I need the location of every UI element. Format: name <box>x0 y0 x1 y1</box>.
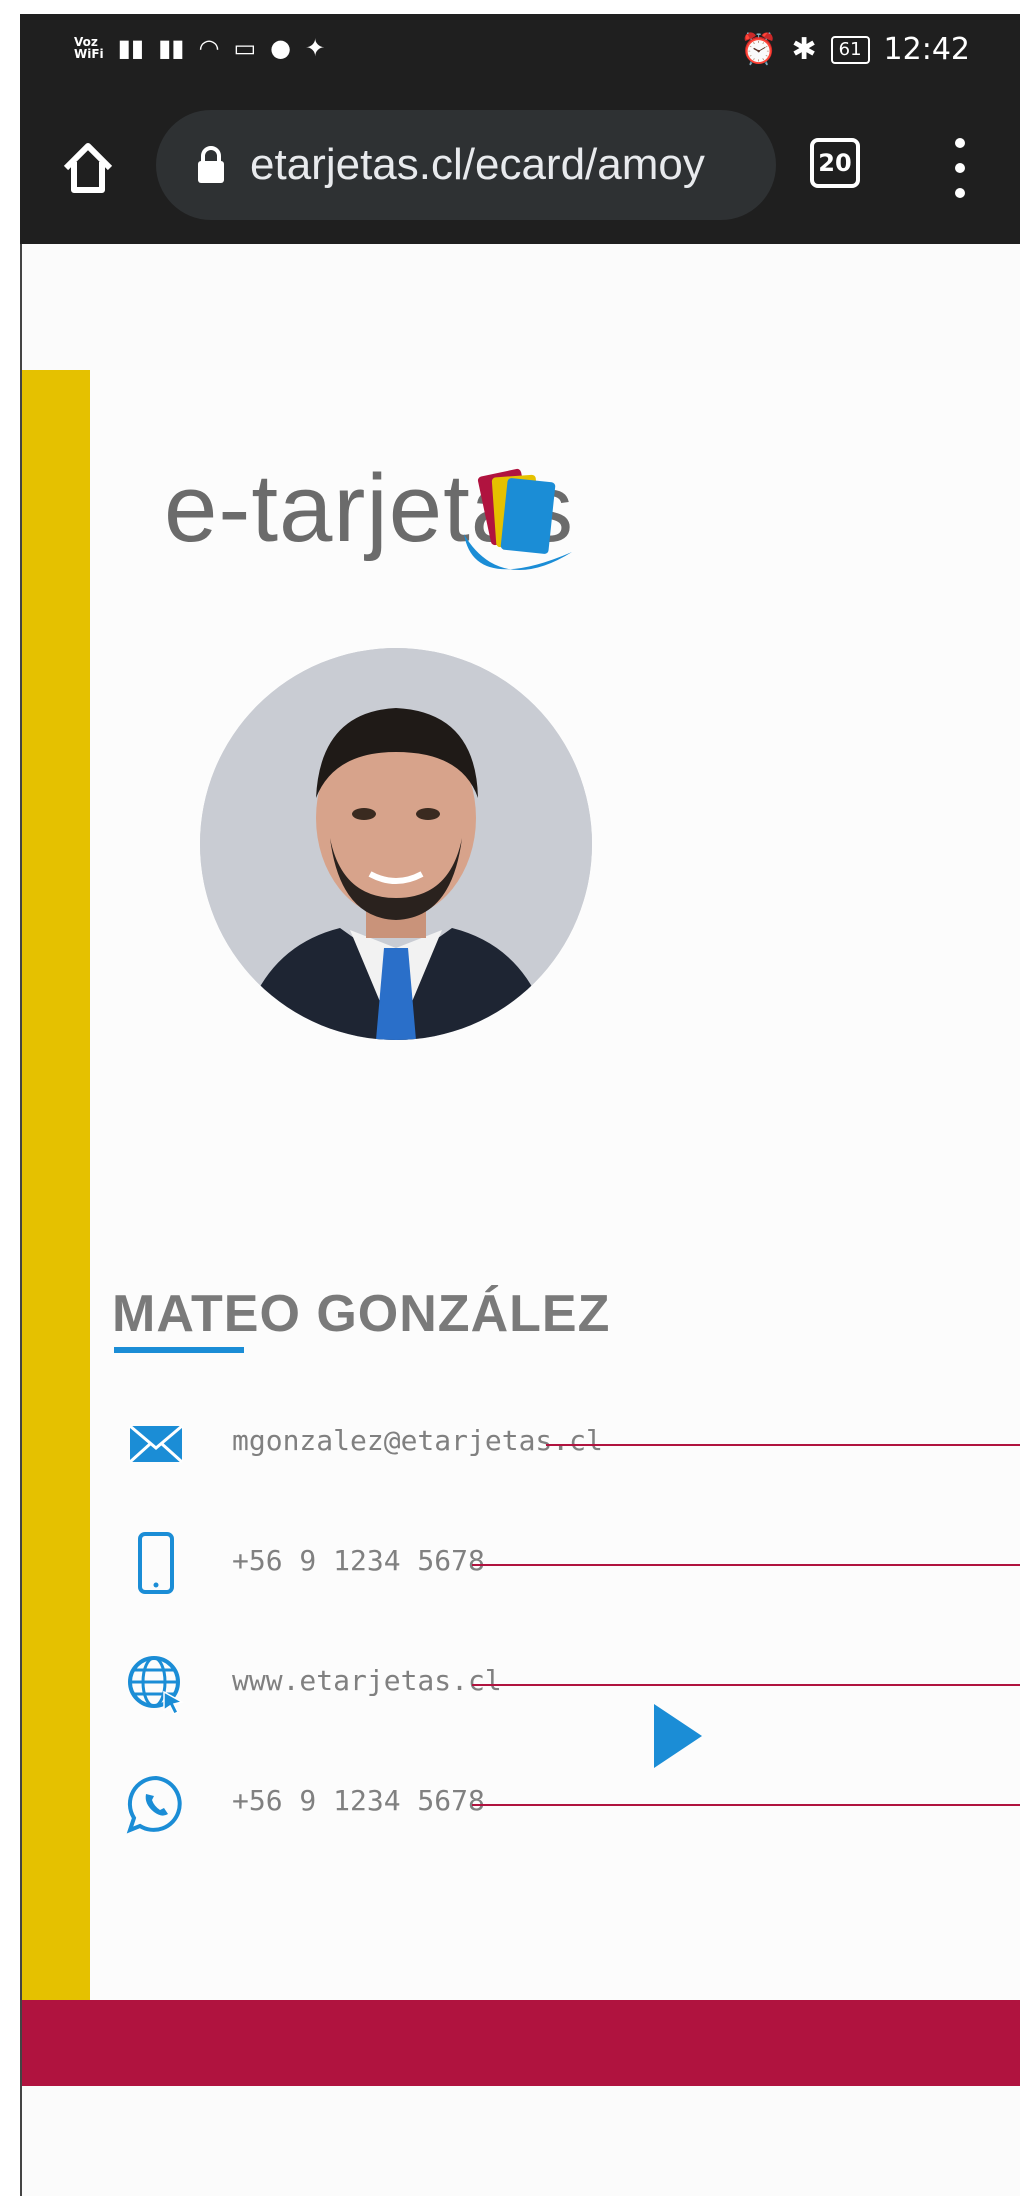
browser-toolbar: etarjetas.cl/ecard/amoy 20 <box>20 94 1020 244</box>
email-line <box>546 1444 1020 1446</box>
web-icon <box>128 1656 185 1714</box>
whatsapp-line <box>472 1804 1020 1806</box>
wifi-icon: ◠ <box>198 34 220 62</box>
lock-icon <box>196 145 226 185</box>
wifi-label: WiFi <box>74 47 104 61</box>
signal-icon: ▮▮ <box>117 34 145 62</box>
bluetooth-icon: ✱ <box>791 32 817 67</box>
whatsapp-icon <box>126 1775 182 1834</box>
name-underline <box>114 1347 244 1353</box>
logo-cards-icon <box>464 468 572 570</box>
twitter-icon: ✦ <box>305 34 326 62</box>
web-text[interactable]: www.etarjetas.cl <box>232 1664 502 1697</box>
status-right: ⏰ ✱ 61 12:42 <box>740 32 970 67</box>
person-photo-icon <box>200 648 592 1040</box>
email-text[interactable]: mgonzalez@etarjetas.cl <box>232 1424 603 1457</box>
battery-icon: 61 <box>830 35 870 64</box>
next-arrow-button[interactable] <box>654 1704 702 1768</box>
signal-2-icon: ▮▮ <box>158 34 185 62</box>
contact-web-row[interactable]: www.etarjetas.cl <box>108 1654 1020 1744</box>
menu-dot-icon <box>955 163 965 173</box>
laptop-icon: ▭ <box>233 34 257 62</box>
logo[interactable]: e-tarjetas <box>164 454 584 594</box>
voz-wifi-icon: Voz WiFi <box>74 36 104 60</box>
yellow-accent-bar <box>22 370 90 2000</box>
contact-phone-row[interactable]: +56 9 1234 5678 <box>108 1532 1020 1624</box>
web-page: e-tarjetas MATEO GONZÁLEZ mgonzalez@etar… <box>20 244 1020 2196</box>
clock: 12:42 <box>883 32 970 67</box>
url-bar[interactable]: etarjetas.cl/ecard/amoy <box>156 110 776 220</box>
menu-button[interactable] <box>950 138 970 198</box>
email-icon <box>128 1424 184 1464</box>
home-button[interactable] <box>58 138 118 198</box>
footer-band <box>22 2000 1020 2086</box>
person-name: MATEO GONZÁLEZ <box>112 1285 611 1343</box>
contact-email-row[interactable]: mgonzalez@etarjetas.cl <box>108 1414 1020 1504</box>
profile-photo <box>200 648 592 1040</box>
menu-dot-icon <box>955 188 965 198</box>
whatsapp-text[interactable]: +56 9 1234 5678 <box>232 1784 485 1817</box>
tabs-button[interactable]: 20 <box>810 138 860 188</box>
home-icon <box>63 143 113 193</box>
phone-icon <box>138 1532 174 1594</box>
url-text[interactable]: etarjetas.cl/ecard/amoy <box>250 140 705 190</box>
business-card <box>90 370 1020 2000</box>
contact-whatsapp-row[interactable]: +56 9 1234 5678 <box>108 1774 1020 1864</box>
menu-dot-icon <box>955 138 965 148</box>
alarm-icon: ⏰ <box>740 32 778 67</box>
web-line <box>472 1684 1020 1686</box>
spotify-icon: ● <box>270 34 292 62</box>
phone-line <box>472 1564 1020 1566</box>
status-bar: Voz WiFi ▮▮ ▮▮ ◠ ▭ ● ✦ ⏰ ✱ 61 12:42 <box>20 14 1020 94</box>
phone-text[interactable]: +56 9 1234 5678 <box>232 1544 485 1577</box>
status-left: Voz WiFi ▮▮ ▮▮ ◠ ▭ ● ✦ <box>74 34 325 62</box>
